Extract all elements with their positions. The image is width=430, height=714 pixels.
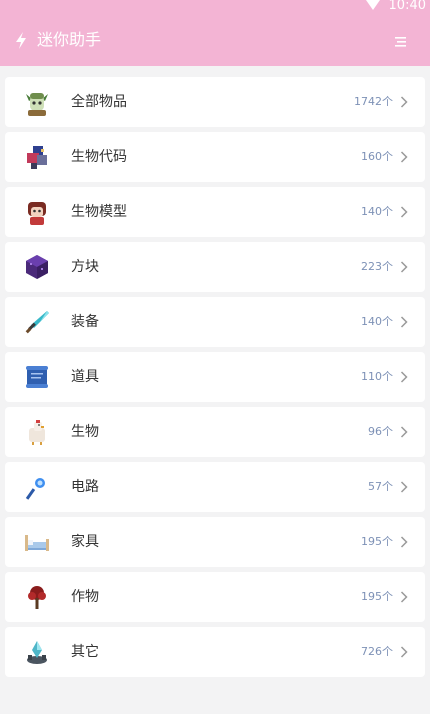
list-item-furniture[interactable]: 家具 195个 <box>5 517 425 567</box>
chevron-right-icon <box>400 151 408 163</box>
list-item-equipment[interactable]: 装备 140个 <box>5 297 425 347</box>
item-count: 195个 <box>361 535 393 548</box>
item-count: 195个 <box>361 590 393 603</box>
status-time: 10:40 <box>388 0 426 13</box>
menu-icon[interactable] <box>394 35 408 49</box>
item-count: 1742个 <box>354 95 393 108</box>
list-item-creature-model[interactable]: 生物模型 140个 <box>5 187 425 237</box>
red-tree-icon <box>28 586 46 609</box>
item-label: 装备 <box>71 314 99 330</box>
list-item-others[interactable]: 其它 726个 <box>5 627 425 677</box>
item-label: 生物 <box>71 424 99 440</box>
chevron-right-icon <box>400 261 408 273</box>
item-label: 道具 <box>71 369 99 385</box>
list-item-creature-code[interactable]: 生物代码 160个 <box>5 132 425 182</box>
list-item-all[interactable]: 全部物品 1742个 <box>5 77 425 127</box>
wifi-icon <box>366 0 380 10</box>
status-bar: 10:40 <box>0 0 430 14</box>
bed-icon <box>25 535 49 551</box>
item-label: 其它 <box>71 644 99 660</box>
item-label: 全部物品 <box>71 94 127 110</box>
page-title: 迷你助手 <box>37 30 102 49</box>
chevron-right-icon <box>400 371 408 383</box>
app-bar: 迷你助手 <box>0 14 430 66</box>
scroll-icon <box>26 366 48 388</box>
list-item-creatures[interactable]: 生物 96个 <box>5 407 425 457</box>
chevron-right-icon <box>400 316 408 328</box>
character-model-icon <box>28 202 46 225</box>
item-count: 223个 <box>361 260 393 273</box>
list-item-crops[interactable]: 作物 195个 <box>5 572 425 622</box>
list-item-props[interactable]: 道具 110个 <box>5 352 425 402</box>
chevron-right-icon <box>400 591 408 603</box>
chevron-right-icon <box>400 206 408 218</box>
item-label: 电路 <box>71 479 99 495</box>
item-count: 160个 <box>361 150 393 163</box>
diamond-sword-icon <box>25 311 49 334</box>
mech-creature-icon <box>27 146 47 169</box>
item-count: 110个 <box>361 370 393 383</box>
item-label: 生物代码 <box>71 149 127 165</box>
chicken-icon <box>29 420 45 445</box>
item-count: 96个 <box>368 425 393 438</box>
crystal-icon <box>27 641 47 664</box>
chevron-right-icon <box>400 481 408 493</box>
goblin-avatar-icon <box>26 93 48 116</box>
chevron-right-icon <box>400 426 408 438</box>
purple-block-icon <box>26 255 48 279</box>
chevron-right-icon <box>400 536 408 548</box>
item-count: 726个 <box>361 645 393 658</box>
bolt-icon <box>16 32 26 49</box>
item-count: 140个 <box>361 205 393 218</box>
item-label: 方块 <box>71 259 99 275</box>
circuit-wand-icon <box>25 478 45 500</box>
list-item-circuits[interactable]: 电路 57个 <box>5 462 425 512</box>
item-label: 生物模型 <box>71 204 127 220</box>
item-count: 140个 <box>361 315 393 328</box>
item-label: 作物 <box>71 589 99 605</box>
chevron-right-icon <box>400 646 408 658</box>
list-item-blocks[interactable]: 方块 223个 <box>5 242 425 292</box>
chevron-right-icon <box>400 96 408 108</box>
item-count: 57个 <box>368 480 393 493</box>
item-label: 家具 <box>71 534 99 550</box>
